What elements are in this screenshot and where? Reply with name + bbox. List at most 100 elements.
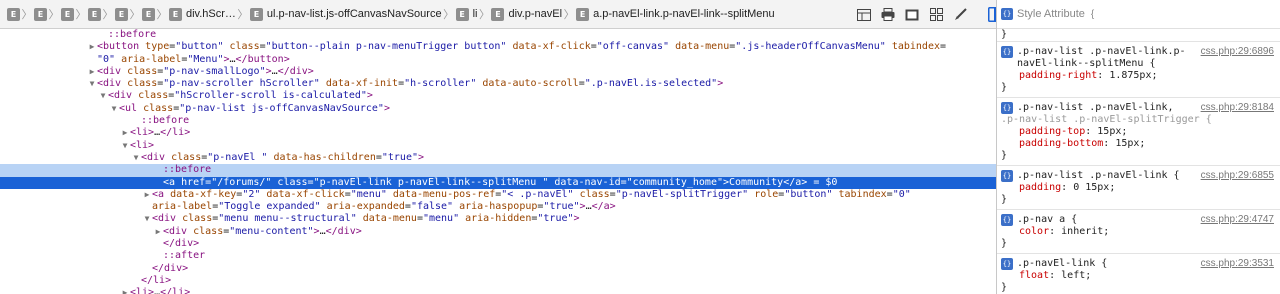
attr-value-token: "true"	[537, 213, 574, 225]
disclosure-collapsed-icon[interactable]: ▶	[142, 189, 152, 201]
css-source-link[interactable]: css.php:29:3531	[1201, 258, 1274, 269]
tag-token: <div	[97, 78, 128, 90]
brush-icon[interactable]	[948, 3, 972, 27]
dom-node[interactable]: ▼ <div class="hScroller-scroll is-calcula…	[0, 90, 996, 102]
attr-name-token: class	[277, 176, 308, 188]
disclosure-collapsed-icon[interactable]: ▶	[87, 66, 97, 78]
pseudo-element-token: ::before	[108, 29, 157, 40]
css-rule[interactable]: css.php:29:8184 {} .p-nav-list .p-navEl-li…	[997, 98, 1280, 166]
css-rule[interactable]: css.php:29:3531 {} .p-navEl-link {float: l…	[997, 254, 1280, 294]
print-icon[interactable]	[876, 3, 900, 27]
dom-node[interactable]: ▶ <div class="p-nav-smallLogo">…</div>	[0, 66, 996, 78]
css-declaration[interactable]: padding-right: 1.875px;	[1001, 70, 1276, 82]
breadcrumb-item[interactable]: E	[31, 0, 50, 29]
css-declaration[interactable]: padding-top: 15px;	[1001, 126, 1276, 138]
dom-tree: ::before ▶ <button type="button" class="bu…	[0, 29, 996, 294]
attr-value-token: "false"	[410, 201, 460, 213]
style-attribute-title: Style Attribute	[1017, 8, 1085, 20]
css-source-link[interactable]: css.php:29:8184	[1201, 102, 1274, 113]
breadcrumb-item[interactable]: Ea.p-navEl-link.p-navEl-link--splitMenu	[573, 0, 778, 29]
element-badge-icon: E	[249, 7, 263, 21]
css-selector: .p-navEl-link {	[1017, 258, 1108, 269]
dom-node[interactable]: </div>	[0, 238, 996, 250]
breadcrumb: E 〉 E 〉 E 〉 E 〉 E 〉 E 〉 Ediv.hScr… 〉 Eul.p-nav-list.js…	[0, 0, 996, 29]
css-colon: :	[1085, 126, 1098, 137]
css-rule[interactable]: css.php:29:6855 {} .p-nav-list .p-navEl-li…	[997, 166, 1280, 210]
dom-node[interactable]: ::before	[0, 164, 996, 177]
dom-node[interactable]: ▶ <div class="menu-content">…</div>	[0, 226, 996, 238]
breadcrumb-label: div.hScr…	[186, 8, 236, 20]
dom-node[interactable]: ▼ <div class="menu menu--structural" data…	[0, 213, 996, 225]
css-rule[interactable]: css.php:29:4747 {} .p-nav a {color: inheri…	[997, 210, 1280, 254]
dom-node[interactable]: ::after	[0, 250, 996, 262]
dom-node[interactable]: ▶ <a data-xf-key="2" data-xf-click="menu"…	[0, 189, 996, 201]
css-rule-icon: {}	[1001, 46, 1013, 58]
dom-node[interactable]: ▶ <li>…</li>	[0, 127, 996, 139]
style-attribute-icon: {}	[1001, 8, 1013, 20]
disclosure-expanded-icon[interactable]: ▼	[109, 103, 119, 115]
grid-icon[interactable]	[924, 3, 948, 27]
dom-node[interactable]: ▶ <li>…</li>	[0, 287, 996, 294]
disclosure-expanded-icon[interactable]: ▼	[87, 78, 97, 90]
disclosure-expanded-icon[interactable]: ▼	[98, 90, 108, 102]
attr-name-token: data-menu	[675, 41, 730, 53]
dom-node[interactable]: ::before	[0, 115, 996, 127]
breadcrumb-item[interactable]: Eli	[453, 0, 481, 29]
element-badge-icon: E	[576, 7, 590, 21]
attr-name-token: data-menu-pos-ref	[392, 188, 496, 200]
attr-name-token: tabindex	[891, 41, 940, 53]
css-declaration[interactable]: color: inherit;	[1001, 226, 1276, 238]
breadcrumb-separator-icon: 〉	[21, 9, 33, 21]
breadcrumb-item[interactable]: E	[139, 0, 158, 29]
disclosure-collapsed-icon[interactable]: ▶	[87, 41, 97, 53]
css-source-link[interactable]: css.php:29:6855	[1201, 170, 1274, 181]
layout-icon[interactable]	[852, 3, 876, 27]
css-source-link[interactable]: css.php:29:6896	[1201, 46, 1274, 57]
breadcrumb-item[interactable]: E	[4, 0, 23, 29]
dom-node[interactable]: ::before	[0, 29, 996, 41]
dom-node[interactable]: "0" aria-label="Menu">…</button>	[0, 54, 996, 66]
breadcrumb-separator-icon: 〉	[102, 9, 114, 21]
dom-node[interactable]: aria-label="Toggle expanded" aria-expand…	[0, 201, 996, 213]
css-rule-close: }	[1001, 282, 1008, 293]
breadcrumb-item[interactable]: Eul.p-nav-list.js-offCanvasNavSource	[247, 0, 445, 29]
css-rule[interactable]: css.php:29:6896 {} .p-nav-list .p-navEl-li…	[997, 42, 1280, 98]
breadcrumb-item[interactable]: Ediv.hScr…	[166, 0, 239, 29]
tag-token: >	[366, 90, 373, 102]
css-declaration[interactable]: padding: 0 15px;	[1001, 182, 1276, 194]
attr-value-token: "Toggle expanded"	[218, 201, 327, 213]
dom-node[interactable]: ▼ <li>	[0, 140, 996, 152]
tag-token: </div>	[163, 238, 200, 250]
dom-node-selected[interactable]: <a href="/forums/" class="p-navEl-link p…	[0, 176, 996, 189]
css-colon: :	[1103, 138, 1116, 149]
element-badge-icon: E	[34, 7, 47, 21]
css-property: padding-right	[1019, 70, 1098, 81]
css-declaration[interactable]: padding-bottom: 15px;	[1001, 138, 1276, 150]
style-attribute-header[interactable]: {} Style Attribute {	[997, 0, 1280, 29]
disclosure-collapsed-icon[interactable]: ▶	[120, 127, 130, 139]
disclosure-expanded-icon[interactable]: ▼	[142, 213, 152, 225]
toolbar	[852, 0, 1006, 29]
breadcrumb-item[interactable]: E	[112, 0, 131, 29]
css-value: inherit;	[1061, 226, 1110, 237]
attr-value-token: ".p-navEl.is-selected"	[584, 78, 718, 90]
dom-node[interactable]: ▼ <ul class="p-nav-list js-offCanvasNavSo…	[0, 103, 996, 115]
screenshot-icon[interactable]	[900, 3, 924, 27]
disclosure-collapsed-icon[interactable]: ▶	[120, 287, 130, 294]
dom-node[interactable]: ▶ <button type="button" class="button--pl…	[0, 41, 996, 53]
breadcrumb-item[interactable]: Ediv.p-navEl	[488, 0, 565, 29]
breadcrumb-item[interactable]: E	[58, 0, 77, 29]
dom-node[interactable]: ▼ <div class="p-navEl " data-has-children…	[0, 152, 996, 164]
attr-name-token: type	[145, 41, 170, 53]
tag-token: <div	[163, 225, 194, 237]
disclosure-expanded-icon[interactable]: ▼	[120, 140, 130, 152]
disclosure-expanded-icon[interactable]: ▼	[131, 152, 141, 164]
css-source-link[interactable]: css.php:29:4747	[1201, 214, 1274, 225]
disclosure-collapsed-icon[interactable]: ▶	[153, 226, 163, 238]
dom-node[interactable]: ▼ <div class="p-nav-scroller hScroller" d…	[0, 78, 996, 90]
css-declaration[interactable]: float: left;	[1001, 270, 1276, 282]
breadcrumb-item[interactable]: E	[85, 0, 104, 29]
attr-name-token: class	[171, 151, 202, 163]
dom-node[interactable]: </li>	[0, 275, 996, 287]
dom-node[interactable]: </div>	[0, 263, 996, 275]
